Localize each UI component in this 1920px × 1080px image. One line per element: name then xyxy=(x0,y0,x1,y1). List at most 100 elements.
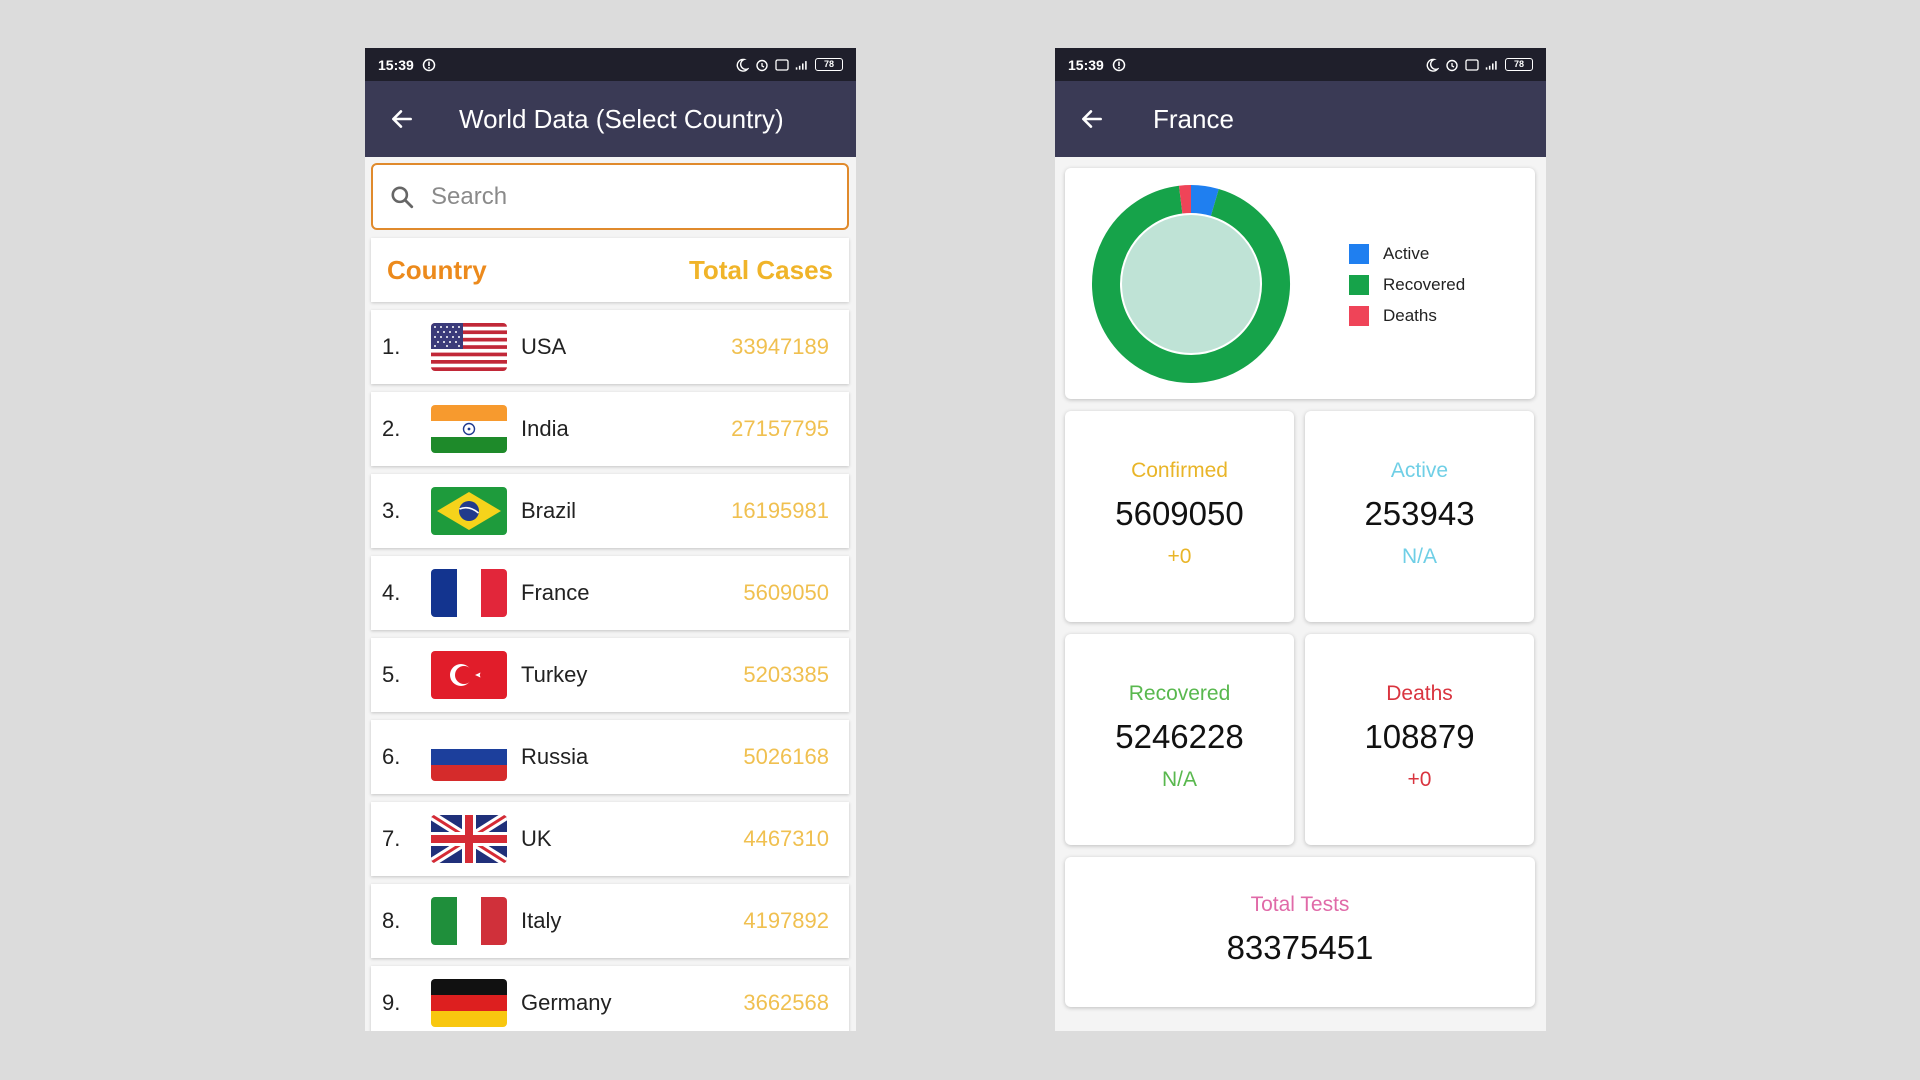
legend-item-recovered: Recovered xyxy=(1349,275,1465,295)
country-name: Italy xyxy=(521,908,562,933)
country-rank: 4. xyxy=(382,580,401,605)
country-rank: 9. xyxy=(382,990,401,1015)
country-total-cases: 3662568 xyxy=(743,990,829,1015)
country-detail-screen: 15:39 78 France Active Recovered Deaths … xyxy=(1055,48,1546,1031)
country-row[interactable]: 5. Turkey 5203385 xyxy=(371,638,849,712)
search-input[interactable] xyxy=(429,181,813,212)
country-list: 1. USA 33947189 2. India 27157795 3. Bra… xyxy=(371,310,849,1031)
search-icon xyxy=(391,185,414,208)
status-bar: 15:39 78 xyxy=(1055,48,1546,81)
russia-flag-icon xyxy=(431,733,507,781)
moon-icon xyxy=(736,58,749,72)
legend-item-active: Active xyxy=(1349,244,1465,264)
india-flag-icon xyxy=(431,405,507,453)
volte-icon xyxy=(1465,58,1479,71)
app-bar: World Data (Select Country) xyxy=(365,81,856,157)
country-rank: 5. xyxy=(382,662,401,687)
country-row[interactable]: 1. USA 33947189 xyxy=(371,310,849,384)
column-header-country: Country xyxy=(387,254,487,285)
country-rank: 2. xyxy=(382,416,401,441)
country-rank: 3. xyxy=(382,498,401,523)
legend-item-deaths: Deaths xyxy=(1349,306,1465,326)
country-row[interactable]: 2. India 27157795 xyxy=(371,392,849,466)
status-time: 15:39 xyxy=(378,56,414,73)
country-name: France xyxy=(521,580,590,605)
back-arrow-icon[interactable] xyxy=(1079,106,1105,132)
table-header: Country Total Cases xyxy=(371,238,849,302)
active-delta: N/A xyxy=(1401,545,1437,568)
total-tests-label: Total Tests xyxy=(1250,893,1350,916)
country-total-cases: 5026168 xyxy=(743,744,829,769)
country-name: Russia xyxy=(521,744,589,769)
country-total-cases: 4467310 xyxy=(743,826,829,851)
back-arrow-icon[interactable] xyxy=(389,106,415,132)
country-rank: 8. xyxy=(382,908,401,933)
brazil-flag-icon xyxy=(431,487,507,535)
country-row[interactable]: 7. UK 4467310 xyxy=(371,802,849,876)
country-total-cases: 33947189 xyxy=(731,334,829,359)
battery-icon: 78 xyxy=(815,58,843,71)
country-name: UK xyxy=(521,826,552,851)
confirmed-value: 5609050 xyxy=(1115,495,1244,532)
active-label: Active xyxy=(1390,459,1449,482)
alarm-icon xyxy=(1446,59,1458,71)
legend-label-active: Active xyxy=(1383,244,1430,263)
country-total-cases: 5609050 xyxy=(743,580,829,605)
italy-flag-icon xyxy=(431,897,507,945)
recovered-value: 5246228 xyxy=(1115,718,1244,755)
country-row[interactable]: 4. France 5609050 xyxy=(371,556,849,630)
country-total-cases: 27157795 xyxy=(731,416,829,441)
country-row[interactable]: 3. Brazil 16195981 xyxy=(371,474,849,548)
confirmed-delta: +0 xyxy=(1167,545,1192,568)
signal-icon xyxy=(795,60,807,70)
legend-swatch-active xyxy=(1349,244,1369,264)
deaths-label: Deaths xyxy=(1386,682,1453,705)
alarm-icon xyxy=(756,59,768,71)
country-row[interactable]: 6. Russia 5026168 xyxy=(371,720,849,794)
legend-label-deaths: Deaths xyxy=(1383,306,1437,325)
donut-center xyxy=(1122,215,1260,353)
country-row[interactable]: 9. Germany 3662568 xyxy=(371,966,849,1031)
moon-icon xyxy=(1426,58,1439,72)
country-name: India xyxy=(521,416,569,441)
country-name: Brazil xyxy=(521,498,577,523)
country-name: Turkey xyxy=(521,662,588,687)
country-rank: 1. xyxy=(382,334,401,359)
alert-icon xyxy=(1112,58,1126,71)
usa-flag-icon xyxy=(431,323,507,371)
confirmed-card: Confirmed 5609050 +0 xyxy=(1065,411,1294,622)
donut-chart-card: Active Recovered Deaths xyxy=(1065,168,1535,399)
page-title: World Data (Select Country) xyxy=(459,103,784,134)
column-header-total-cases: Total Cases xyxy=(688,254,833,285)
donut-slice-deaths xyxy=(1178,185,1192,214)
search-field[interactable] xyxy=(371,163,849,230)
alert-icon xyxy=(422,58,436,71)
page-title: France xyxy=(1153,103,1234,134)
recovered-label: Recovered xyxy=(1128,682,1231,705)
country-total-cases: 4197892 xyxy=(743,908,829,933)
chart-legend: Active Recovered Deaths xyxy=(1349,244,1465,337)
status-bar: 15:39 78 xyxy=(365,48,856,81)
country-rank: 7. xyxy=(382,826,401,851)
france-flag-icon xyxy=(431,569,507,617)
uk-flag-icon xyxy=(431,815,507,863)
recovered-card: Recovered 5246228 N/A xyxy=(1065,634,1294,845)
active-card: Active 253943 N/A xyxy=(1305,411,1534,622)
country-total-cases: 5203385 xyxy=(743,662,829,687)
legend-label-recovered: Recovered xyxy=(1383,275,1466,294)
confirmed-label: Confirmed xyxy=(1131,459,1228,482)
status-time: 15:39 xyxy=(1068,56,1104,73)
country-name: Germany xyxy=(521,990,612,1015)
deaths-card: Deaths 108879 +0 xyxy=(1305,634,1534,845)
volte-icon xyxy=(775,58,789,71)
app-bar: France xyxy=(1055,81,1546,157)
legend-swatch-deaths xyxy=(1349,306,1369,326)
country-name: USA xyxy=(521,334,567,359)
active-value: 253943 xyxy=(1364,495,1475,532)
country-row[interactable]: 8. Italy 4197892 xyxy=(371,884,849,958)
legend-swatch-recovered xyxy=(1349,275,1369,295)
deaths-value: 108879 xyxy=(1364,718,1475,755)
total-tests-value: 83375451 xyxy=(1226,929,1374,966)
deaths-delta: +0 xyxy=(1407,768,1432,791)
donut-chart xyxy=(1092,185,1290,383)
